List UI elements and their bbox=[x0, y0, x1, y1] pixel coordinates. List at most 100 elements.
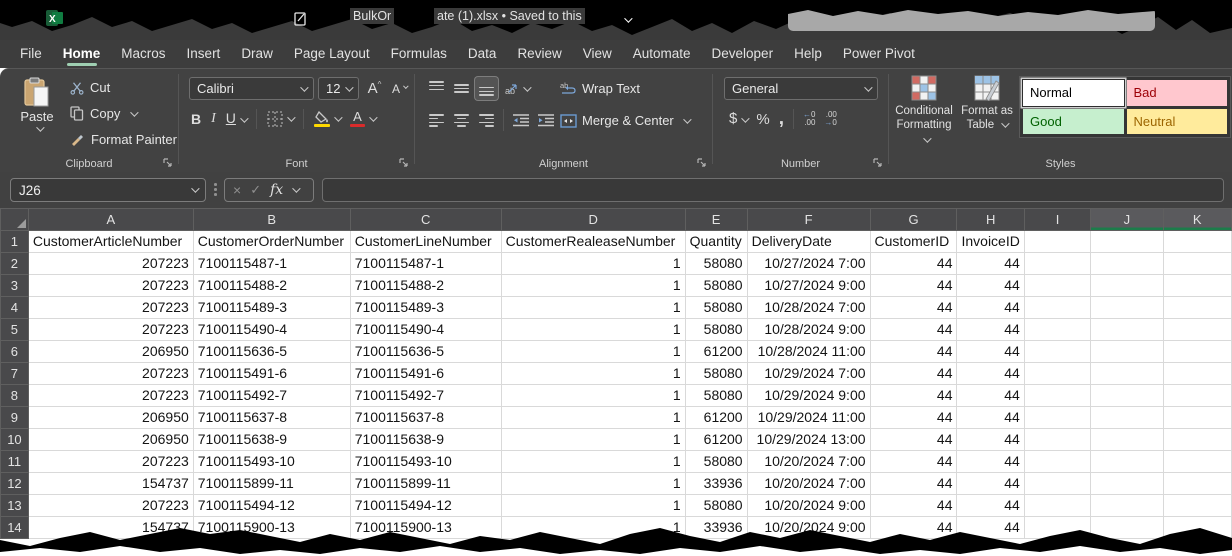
cell-K9[interactable] bbox=[1163, 407, 1231, 429]
decrease-indent-button[interactable] bbox=[509, 109, 532, 132]
cell-J6[interactable] bbox=[1091, 341, 1163, 363]
cell-E8[interactable]: 58080 bbox=[685, 385, 747, 407]
menu-tab-power-pivot[interactable]: Power Pivot bbox=[843, 40, 915, 68]
cell-F4[interactable]: 10/28/2024 7:00 bbox=[747, 297, 870, 319]
cell-I5[interactable] bbox=[1024, 319, 1090, 341]
cell-I1[interactable] bbox=[1024, 231, 1090, 253]
cell-H1[interactable]: InvoiceID bbox=[957, 231, 1024, 253]
bottom-align-button[interactable] bbox=[475, 77, 498, 100]
cell-A2[interactable]: 207223 bbox=[28, 253, 193, 275]
cell-I14[interactable] bbox=[1024, 517, 1090, 539]
cell-E9[interactable]: 61200 bbox=[685, 407, 747, 429]
clipboard-dialog-launcher-icon[interactable] bbox=[163, 158, 173, 168]
cell-H10[interactable]: 44 bbox=[957, 429, 1024, 451]
borders-button[interactable] bbox=[267, 111, 293, 127]
cell-B2[interactable]: 7100115487-1 bbox=[193, 253, 350, 275]
cell-I10[interactable] bbox=[1024, 429, 1090, 451]
edit-icon[interactable] bbox=[294, 11, 307, 26]
cell-E14[interactable]: 33936 bbox=[685, 517, 747, 539]
menu-tab-help[interactable]: Help bbox=[794, 40, 822, 68]
cell-B10[interactable]: 7100115638-9 bbox=[193, 429, 350, 451]
cell-F10[interactable]: 10/29/2024 13:00 bbox=[747, 429, 870, 451]
middle-align-button[interactable] bbox=[450, 77, 473, 100]
cell-F9[interactable]: 10/29/2024 11:00 bbox=[747, 407, 870, 429]
cell-F14[interactable]: 10/20/2024 9:00 bbox=[747, 517, 870, 539]
menu-tab-page-layout[interactable]: Page Layout bbox=[294, 40, 370, 68]
align-center-button[interactable] bbox=[450, 109, 473, 132]
menu-tab-formulas[interactable]: Formulas bbox=[391, 40, 447, 68]
cell-G4[interactable]: 44 bbox=[870, 297, 957, 319]
cell-J8[interactable] bbox=[1091, 385, 1163, 407]
cell-B3[interactable]: 7100115488-2 bbox=[193, 275, 350, 297]
cell-I2[interactable] bbox=[1024, 253, 1090, 275]
cell-G2[interactable]: 44 bbox=[870, 253, 957, 275]
align-right-button[interactable] bbox=[475, 109, 498, 132]
cell-C4[interactable]: 7100115489-3 bbox=[350, 297, 501, 319]
cell-K1[interactable] bbox=[1163, 231, 1231, 253]
menu-tab-developer[interactable]: Developer bbox=[712, 40, 774, 68]
cell-D6[interactable]: 1 bbox=[501, 341, 685, 363]
cell-A9[interactable]: 206950 bbox=[28, 407, 193, 429]
enter-button[interactable]: ✓ bbox=[250, 182, 261, 198]
cell-D2[interactable]: 1 bbox=[501, 253, 685, 275]
cell-A14[interactable]: 154737 bbox=[28, 517, 193, 539]
cell-B8[interactable]: 7100115492-7 bbox=[193, 385, 350, 407]
row-header-2[interactable]: 2 bbox=[1, 253, 29, 275]
column-header-G[interactable]: G bbox=[870, 209, 957, 231]
cell-E10[interactable]: 61200 bbox=[685, 429, 747, 451]
cell-B5[interactable]: 7100115490-4 bbox=[193, 319, 350, 341]
cell-I9[interactable] bbox=[1024, 407, 1090, 429]
cell-style-neutral[interactable]: Neutral bbox=[1127, 109, 1228, 135]
menu-tab-automate[interactable]: Automate bbox=[633, 40, 691, 68]
menu-tab-file[interactable]: File bbox=[20, 40, 42, 68]
fill-color-button[interactable] bbox=[314, 111, 340, 127]
title-chevron-icon[interactable] bbox=[620, 10, 630, 28]
row-header-11[interactable]: 11 bbox=[1, 451, 29, 473]
paste-button[interactable]: Paste bbox=[14, 77, 60, 161]
font-name-combo[interactable]: Calibri bbox=[189, 77, 314, 100]
cell-E5[interactable]: 58080 bbox=[685, 319, 747, 341]
row-header-4[interactable]: 4 bbox=[1, 297, 29, 319]
decrease-decimal-button[interactable]: .00→0 bbox=[824, 111, 836, 127]
column-header-D[interactable]: D bbox=[501, 209, 685, 231]
accounting-format-button[interactable]: $ bbox=[729, 110, 747, 128]
cell-G7[interactable]: 44 bbox=[870, 363, 957, 385]
cell-H7[interactable]: 44 bbox=[957, 363, 1024, 385]
cell-F13[interactable]: 10/20/2024 9:00 bbox=[747, 495, 870, 517]
cell-B12[interactable]: 7100115899-11 bbox=[193, 473, 350, 495]
row-header-1[interactable]: 1 bbox=[1, 231, 29, 253]
cell-H8[interactable]: 44 bbox=[957, 385, 1024, 407]
cell-A11[interactable]: 207223 bbox=[28, 451, 193, 473]
cell-C6[interactable]: 7100115636-5 bbox=[350, 341, 501, 363]
cell-I12[interactable] bbox=[1024, 473, 1090, 495]
cell-G13[interactable]: 44 bbox=[870, 495, 957, 517]
cell-D12[interactable]: 1 bbox=[501, 473, 685, 495]
cell-H11[interactable]: 44 bbox=[957, 451, 1024, 473]
increase-indent-button[interactable] bbox=[534, 109, 557, 132]
cell-F2[interactable]: 10/27/2024 7:00 bbox=[747, 253, 870, 275]
cell-H13[interactable]: 44 bbox=[957, 495, 1024, 517]
cell-K12[interactable] bbox=[1163, 473, 1231, 495]
cell-I13[interactable] bbox=[1024, 495, 1090, 517]
cancel-button[interactable]: × bbox=[233, 182, 241, 198]
cell-J2[interactable] bbox=[1091, 253, 1163, 275]
cell-B7[interactable]: 7100115491-6 bbox=[193, 363, 350, 385]
orientation-button[interactable]: ab bbox=[500, 77, 534, 100]
cell-E12[interactable]: 33936 bbox=[685, 473, 747, 495]
cell-J12[interactable] bbox=[1091, 473, 1163, 495]
increase-decimal-button[interactable]: ←0.00 bbox=[803, 111, 815, 127]
cell-J1[interactable] bbox=[1091, 231, 1163, 253]
cell-D5[interactable]: 1 bbox=[501, 319, 685, 341]
cell-J5[interactable] bbox=[1091, 319, 1163, 341]
row-header-14[interactable]: 14 bbox=[1, 517, 29, 539]
cell-D8[interactable]: 1 bbox=[501, 385, 685, 407]
menu-tab-review[interactable]: Review bbox=[517, 40, 561, 68]
cell-A6[interactable]: 206950 bbox=[28, 341, 193, 363]
cell-G12[interactable]: 44 bbox=[870, 473, 957, 495]
cell-F8[interactable]: 10/29/2024 9:00 bbox=[747, 385, 870, 407]
cell-G8[interactable]: 44 bbox=[870, 385, 957, 407]
menu-tab-data[interactable]: Data bbox=[468, 40, 497, 68]
cell-F12[interactable]: 10/20/2024 7:00 bbox=[747, 473, 870, 495]
cell-I4[interactable] bbox=[1024, 297, 1090, 319]
cell-G5[interactable]: 44 bbox=[870, 319, 957, 341]
